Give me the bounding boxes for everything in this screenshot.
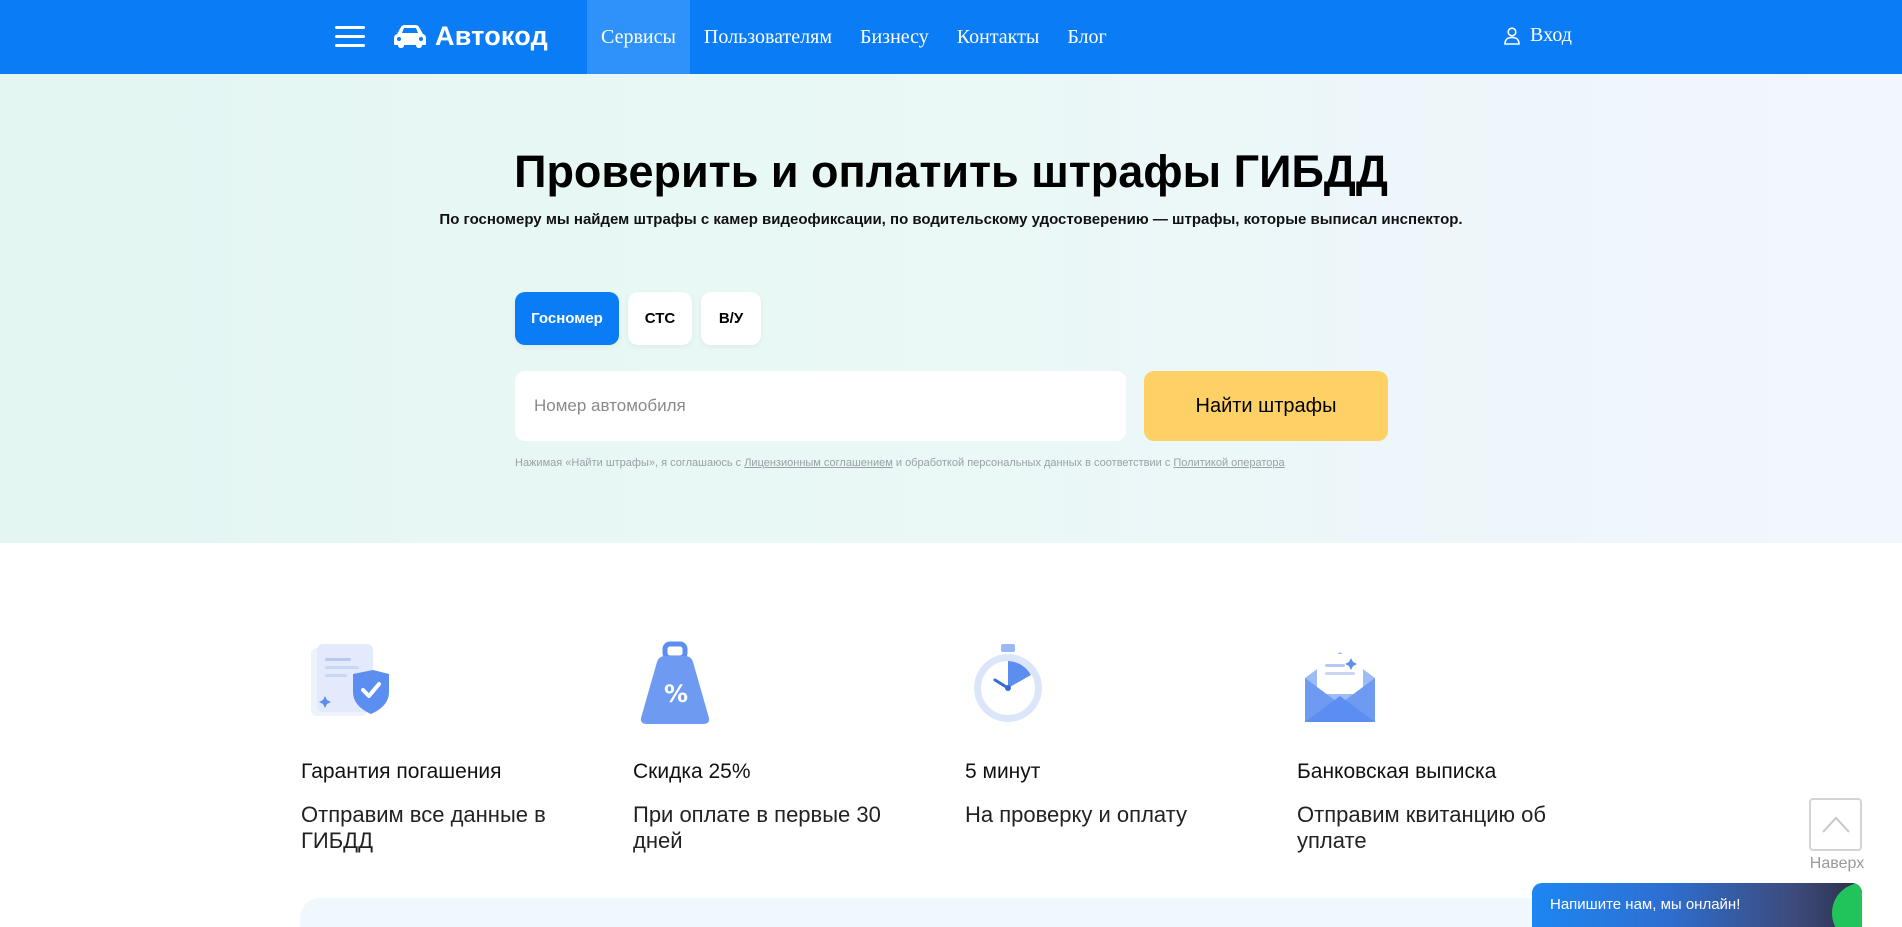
nav-item-business[interactable]: Бизнесу [846,0,943,74]
page-subtitle: По госномеру мы найдем штрафы с камер ви… [439,211,1463,228]
feature-desc: При оплате в первые 30 дней [633,802,881,853]
user-icon [1504,26,1520,45]
chevron-up-icon [1822,816,1850,833]
nav-item-contacts[interactable]: Контакты [943,0,1054,74]
car-logo-icon [394,25,426,48]
chat-widget[interactable]: Напишите нам, мы онлайн! [1532,883,1862,927]
tab-sts[interactable]: СТС [628,292,692,345]
legal-prefix: Нажимая «Найти штрафы», я соглашаюсь с [515,457,745,469]
feature-desc: Отправим квитанцию об уплате [1297,802,1546,853]
logo[interactable]: Автокод [393,18,548,54]
svg-text:%: % [664,680,688,708]
hero-section [0,74,1902,543]
login-label: Вход [1530,24,1572,46]
feature-title: 5 минут [965,760,1041,783]
search-type-tabs: Госномер СТС В/У [515,292,761,345]
scroll-top-button[interactable] [1809,798,1862,851]
menu-burger-icon[interactable] [335,25,365,49]
login-link[interactable]: Вход [1504,24,1572,47]
content-panel [300,898,1610,927]
feature-title: Гарантия погашения [301,760,502,783]
legal-middle: и обработкой персональных данных в соотв… [892,457,1174,469]
operator-policy-link[interactable]: Политикой оператора [1173,457,1284,469]
license-agreement-link[interactable]: Лицензионным соглашением [744,457,893,469]
legal-notice: Нажимая «Найти штрафы», я соглашаюсь с Л… [515,457,1285,469]
feature-title: Скидка 25% [633,760,751,783]
feature-desc: На проверку и оплату [965,802,1187,827]
top-header: Автокод Сервисы Пользователям Бизнесу Ко… [0,0,1902,74]
tab-gosnomer[interactable]: Госномер [515,292,619,345]
car-number-input[interactable] [515,371,1126,441]
chat-label: Напишите нам, мы онлайн! [1550,896,1741,913]
envelope-icon [1305,652,1375,722]
find-fines-button[interactable]: Найти штрафы [1144,371,1388,441]
scroll-top-label: Наверх [1809,855,1865,872]
stopwatch-icon [974,644,1042,722]
tab-vu[interactable]: В/У [701,292,761,345]
feature-title: Банковская выписка [1297,760,1497,783]
nav-item-blog[interactable]: Блог [1053,0,1120,74]
feature-desc: Отправим все данные в ГИБДД [301,802,546,853]
nav-item-users[interactable]: Пользователям [690,0,846,74]
percent-bag-icon: % [640,641,710,724]
page-title: Проверить и оплатить штрафы ГИБДД [514,146,1388,197]
main-nav: Сервисы Пользователям Бизнесу Контакты Б… [587,0,1121,74]
nav-item-services[interactable]: Сервисы [587,0,690,74]
shield-document-icon [311,644,389,716]
online-indicator-icon [1832,883,1862,927]
logo-text: Автокод [435,20,548,51]
